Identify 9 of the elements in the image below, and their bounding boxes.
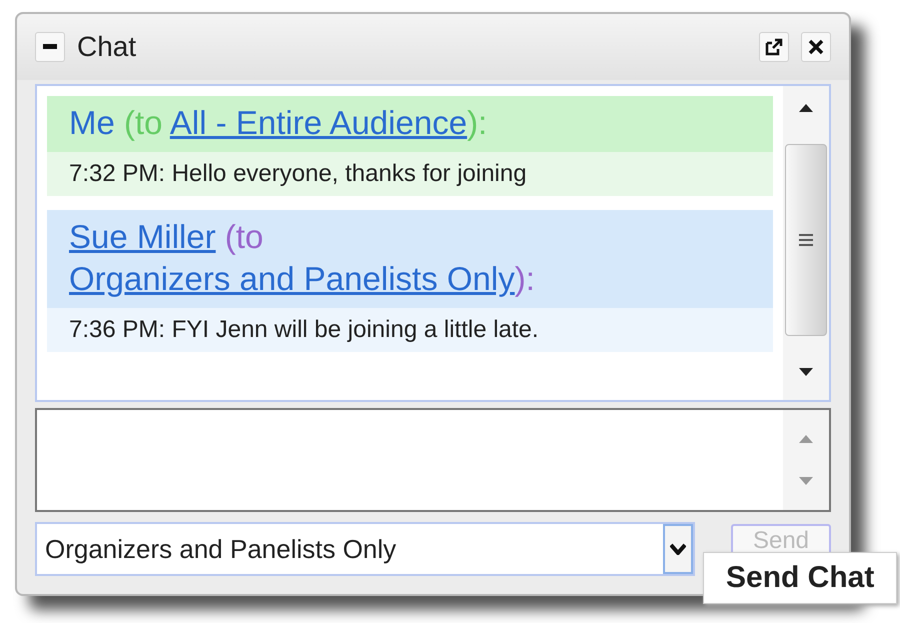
recipient-suffix: ): (514, 260, 535, 297)
recipient-prefix: (to (224, 218, 264, 255)
recipient-prefix: (to (124, 104, 163, 141)
tooltip: Send Chat (703, 552, 898, 604)
message-text: 7:32 PM: Hello everyone, thanks for joining (47, 152, 773, 196)
recipient-suffix: ): (467, 104, 488, 141)
sender-name: Me (69, 104, 115, 141)
message-text: 7:36 PM: FYI Jenn will be joining a little late. (47, 308, 773, 352)
window-title: Chat (77, 31, 136, 63)
